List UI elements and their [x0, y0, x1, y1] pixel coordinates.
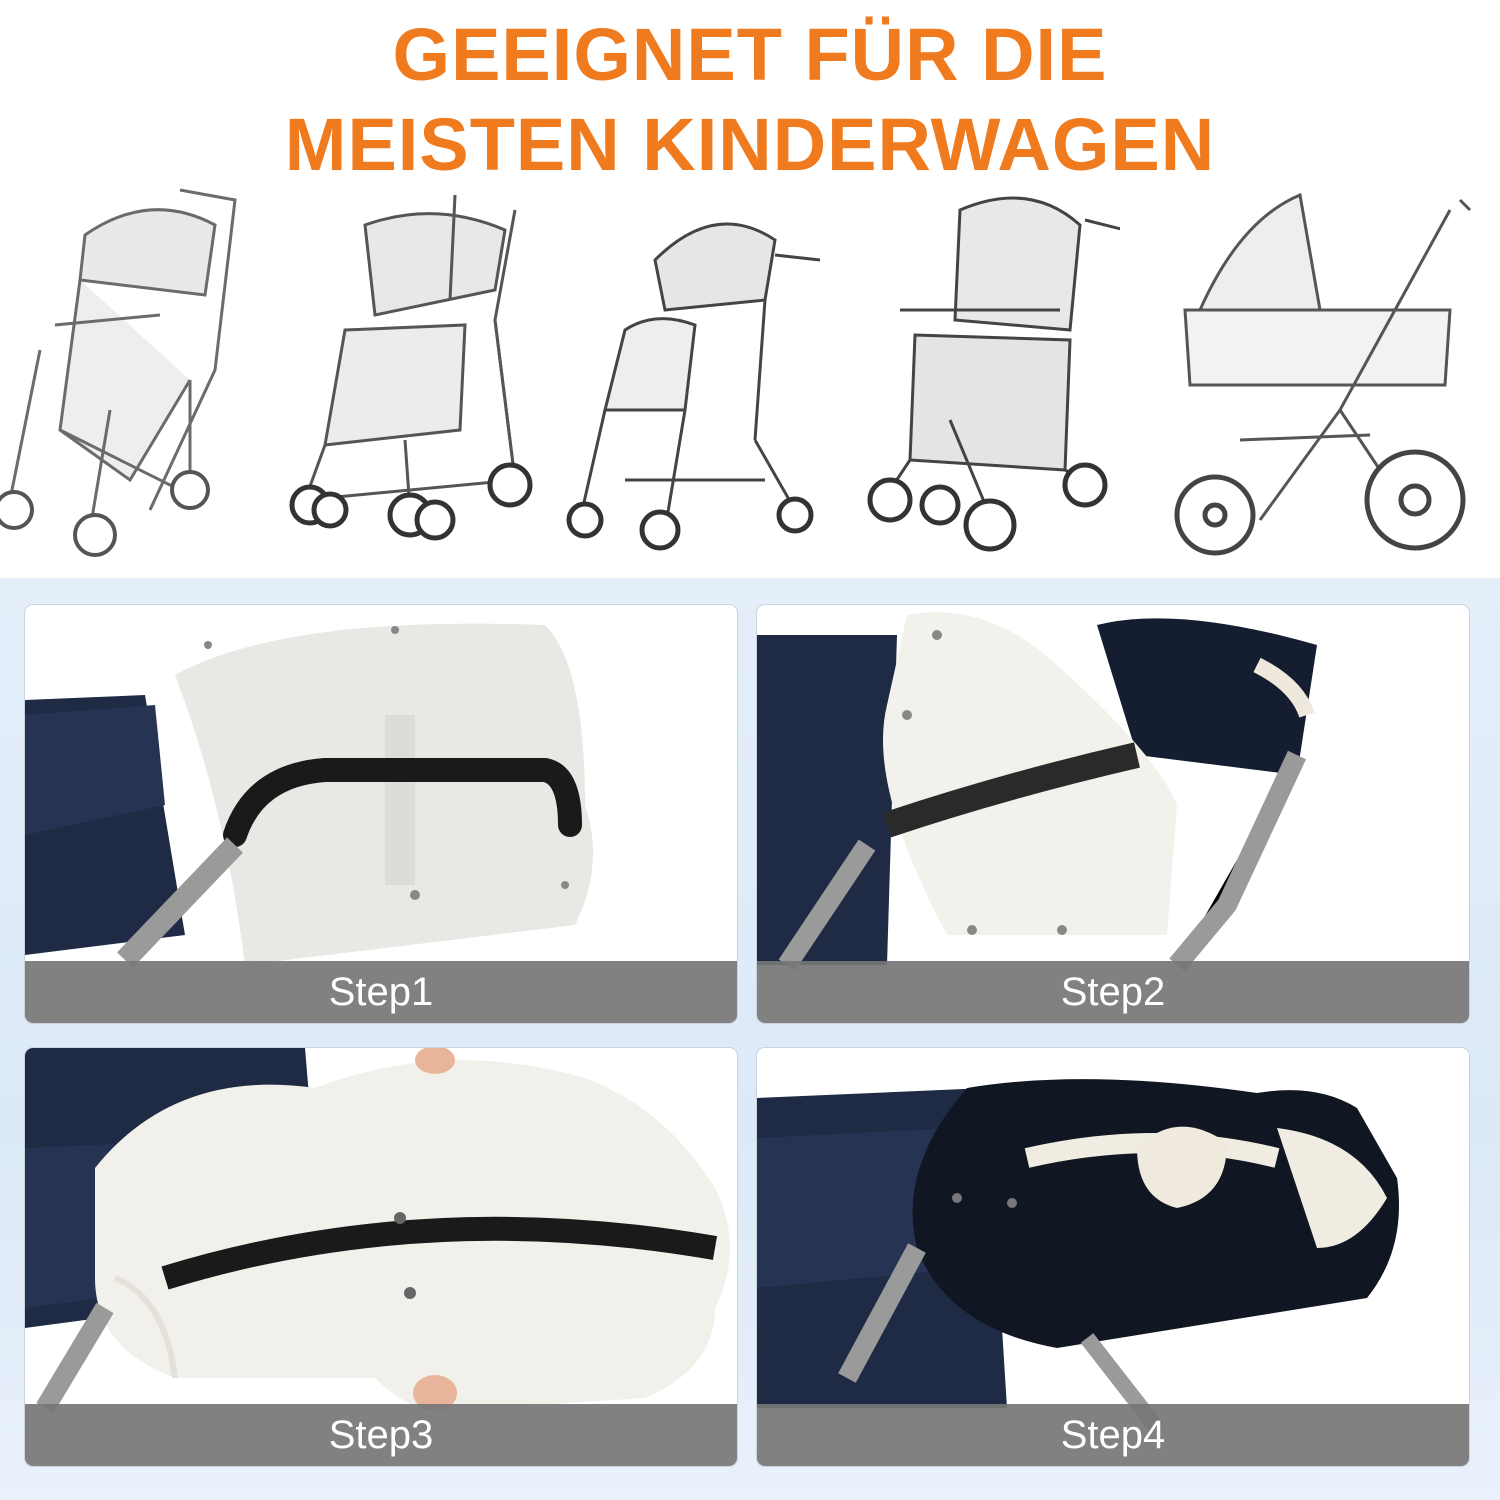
- step-label-1: Step1: [25, 961, 737, 1023]
- pram-sketch-icon: [1174, 192, 1472, 556]
- headline-line-1: GEEIGNET FÜR DIE: [392, 13, 1108, 96]
- step-card-1: Step1: [25, 605, 737, 1023]
- step-label-3: Step3: [25, 1404, 737, 1466]
- compact-stroller-sketch-icon: [566, 222, 821, 551]
- travel-system-sketch-icon: [867, 196, 1120, 552]
- step-card-4: Step4: [757, 1048, 1469, 1466]
- step-card-2: Step2: [757, 605, 1469, 1023]
- stroller-gallery: [0, 180, 1500, 570]
- step-card-3: Step3: [25, 1048, 737, 1466]
- umbrella-stroller-sketch-icon: [289, 194, 533, 541]
- stroller-sketch-icon: [0, 188, 237, 557]
- headline-line-2: MEISTEN KINDERWAGEN: [284, 103, 1216, 186]
- step-label-4: Step4: [757, 1404, 1469, 1466]
- step-label-2: Step2: [757, 961, 1469, 1023]
- headline: GEEIGNET FÜR DIE MEISTEN KINDERWAGEN: [0, 10, 1500, 190]
